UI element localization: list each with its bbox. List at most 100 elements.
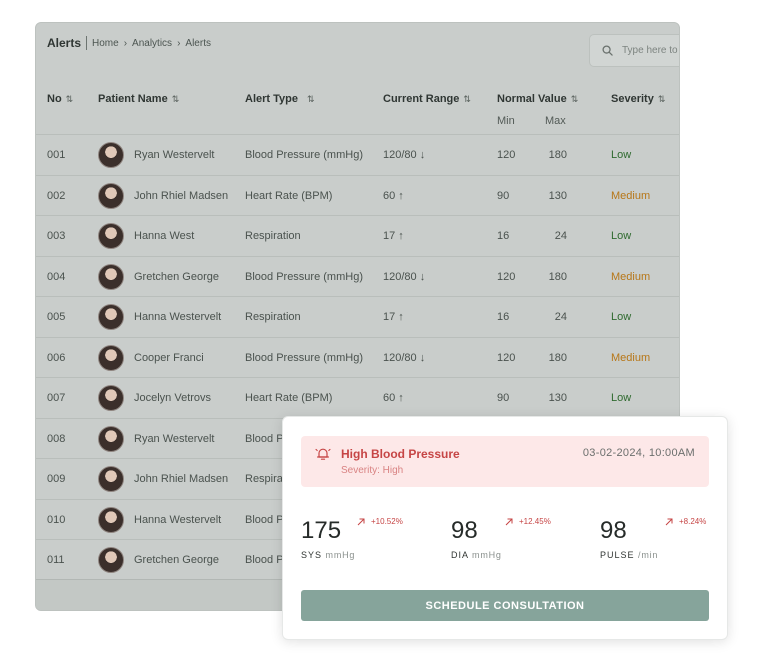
cell-no-text: 011 — [47, 554, 65, 566]
cell-normal-max-text: 180 — [548, 351, 567, 364]
column-header-normal-value[interactable]: Normal Value ⇅ — [497, 93, 578, 105]
cell-alert-type: Blood Pressure (mmHg) — [245, 135, 363, 175]
cell-normal-min-text: 120 — [497, 149, 516, 161]
metric-change-value: +12.45% — [519, 517, 551, 526]
cell-normal-max: 130 — [545, 176, 567, 216]
cell-normal-max: 130 — [545, 378, 567, 418]
arrow-up-right-icon — [357, 518, 365, 525]
cell-alert-type: Blood P — [245, 500, 284, 540]
table-topbar: Alerts Home › Analytics › Alerts — [36, 23, 679, 83]
cell-alert-type-text: Respiration — [245, 230, 301, 242]
cell-severity-text: Low — [611, 311, 632, 323]
cell-current-range: 17 ↑ — [383, 297, 404, 337]
cell-normal-min: 16 — [497, 297, 509, 337]
metric-change: +10.52% — [357, 517, 403, 526]
cell-alert-type-text: Blood Pressure (mmHg) — [245, 149, 363, 161]
column-header-current-range[interactable]: Current Range ⇅ — [383, 93, 471, 105]
column-header-patient[interactable]: Patient Name ⇅ — [98, 93, 179, 105]
cell-patient-name-text: Hanna Westervelt — [134, 311, 222, 323]
cell-normal-max-text: 180 — [548, 270, 567, 283]
table-row[interactable]: 004 Gretchen George Blood Pressure (mmHg) 1… — [36, 255, 679, 297]
cell-normal-max: 24 — [545, 297, 567, 337]
cell-alert-type: Heart Rate (BPM) — [245, 176, 332, 216]
alert-severity: Severity: High — [341, 465, 404, 476]
search-input[interactable] — [622, 45, 679, 56]
cell-patient-name: Jocelyn Vetrovs — [98, 378, 211, 418]
cell-no: 001 — [47, 135, 65, 175]
cell-normal-max: 24 — [545, 216, 567, 256]
breadcrumb: Alerts Home › Analytics › Alerts — [47, 36, 211, 50]
cell-no: 003 — [47, 216, 65, 256]
arrow-up-right-icon — [665, 518, 673, 525]
cell-normal-max-text: 24 — [554, 230, 567, 242]
cell-patient-name: Cooper Franci — [98, 338, 204, 378]
cell-patient-name-text: Cooper Franci — [134, 351, 204, 364]
cell-no-text: 003 — [47, 230, 66, 242]
cell-severity: Medium — [611, 176, 650, 216]
avatar — [98, 466, 124, 492]
breadcrumb-home[interactable]: Home — [92, 38, 119, 49]
cell-no-text: 007 — [47, 392, 66, 404]
search-icon — [602, 45, 613, 56]
sort-icon: ⇅ — [657, 93, 666, 104]
cell-patient-name-text: Ryan Westervelt — [134, 432, 215, 445]
cell-normal-min-text: 120 — [497, 270, 516, 283]
cell-current-range-text: 17 ↑ — [383, 230, 404, 242]
cell-alert-type: Respiration — [245, 216, 301, 256]
cell-severity: Medium — [611, 338, 650, 378]
metric-value: 175 — [301, 517, 342, 544]
cell-current-range: 120/80 ↓ — [383, 257, 425, 297]
metric-label-text: PULSE — [600, 550, 635, 560]
cell-patient-name-text: John Rhiel Madsen — [134, 473, 229, 485]
cell-severity-text: Medium — [611, 270, 651, 283]
cell-patient-name-text: Gretchen George — [134, 270, 219, 283]
schedule-consultation-button[interactable]: SCHEDULE CONSULTATION — [301, 590, 709, 621]
cell-no: 007 — [47, 378, 65, 418]
column-header-no[interactable]: No ⇅ — [47, 93, 73, 105]
metric-label: DIA mmHg — [451, 550, 502, 560]
cell-no: 002 — [47, 176, 65, 216]
column-header-severity[interactable]: Severity ⇅ — [611, 93, 665, 105]
cell-patient-name-text: Gretchen George — [134, 554, 219, 566]
cell-patient-name-text: Hanna Westervelt — [134, 513, 222, 526]
cell-no: 010 — [47, 500, 65, 540]
arrow-up-right-icon — [505, 518, 513, 525]
breadcrumb-alerts[interactable]: Alerts — [185, 38, 211, 49]
table-row[interactable]: 001 Ryan Westervelt Blood Pressure (mmHg) 1… — [36, 134, 679, 175]
cell-no-text: 005 — [47, 311, 66, 323]
page-title: Alerts — [47, 36, 88, 50]
cell-patient-name-text: Jocelyn Vetrovs — [134, 392, 212, 404]
cell-severity-text: Medium — [611, 351, 651, 364]
metric-value: 98 — [600, 517, 627, 544]
avatar — [98, 182, 124, 209]
table-row[interactable]: 003 Hanna West Respiration 17 ↑ 16 24 Low — [36, 215, 679, 256]
table-row[interactable]: 007 Jocelyn Vetrovs Heart Rate (BPM) 60 ↑ 90… — [36, 377, 679, 418]
cell-normal-min: 120 — [497, 135, 515, 175]
table-row[interactable]: 002 John Rhiel Madsen Heart Rate (BPM) 60 ↑… — [36, 174, 679, 216]
column-header-label: Patient Name — [98, 93, 168, 105]
cell-no: 004 — [47, 257, 65, 297]
avatar — [98, 142, 124, 168]
cell-alert-type-text: Heart Rate (BPM) — [245, 189, 333, 202]
search-box[interactable] — [589, 34, 679, 67]
cell-current-range-text: 120/80 ↓ — [383, 149, 426, 161]
alert-detail-card: High Blood Pressure Severity: High 03-02… — [282, 416, 728, 640]
table-row[interactable]: 005 Hanna Westervelt Respiration 17 ↑ 16 24 Lo… — [36, 296, 679, 337]
sort-icon: ⇅ — [463, 93, 471, 104]
column-header-alert-type[interactable]: Alert Type ⇅ — [245, 93, 315, 105]
avatar — [98, 344, 124, 371]
column-subheader-min: Min — [497, 115, 515, 127]
sort-icon: ⇅ — [306, 93, 315, 104]
cell-patient-name: Ryan Westervelt — [98, 135, 215, 175]
cell-alert-type: Blood Pressure (mmHg) — [245, 257, 363, 297]
breadcrumb-analytics[interactable]: Analytics — [132, 38, 172, 49]
avatar — [98, 547, 124, 573]
cell-current-range: 120/80 ↓ — [383, 135, 425, 175]
cell-alert-type-text: Blood P — [245, 554, 284, 566]
table-row[interactable]: 006 Cooper Franci Blood Pressure (mmHg) 120… — [36, 336, 679, 378]
cell-patient-name-text: John Rhiel Madsen — [134, 189, 229, 202]
cell-current-range: 60 ↑ — [383, 378, 404, 418]
cell-current-range: 60 ↑ — [383, 176, 404, 216]
cell-severity: Medium — [611, 257, 650, 297]
cell-current-range-text: 60 ↑ — [383, 189, 404, 202]
